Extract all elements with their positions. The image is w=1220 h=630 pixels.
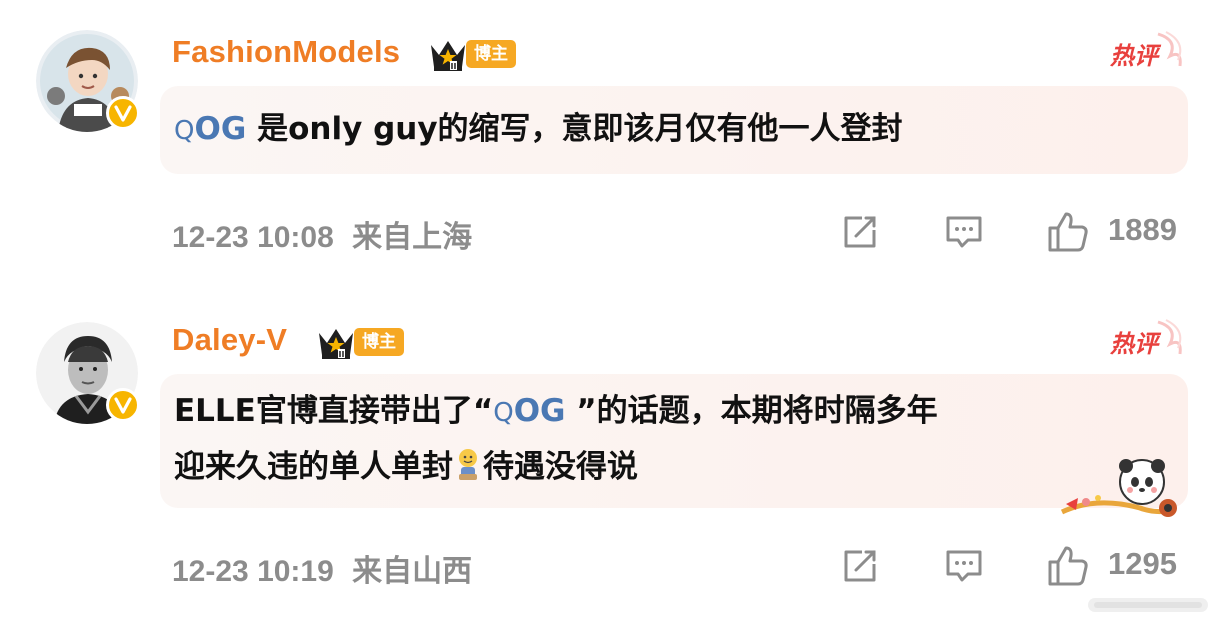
like-count: 1295 [1108, 546, 1177, 581]
search-icon: Q [174, 116, 195, 146]
like-icon[interactable] [1046, 210, 1090, 254]
verified-v-icon [106, 388, 140, 422]
topic-link[interactable]: QOG [493, 393, 565, 429]
comment-icon[interactable] [944, 546, 984, 586]
panda-sticker-icon [1060, 459, 1177, 517]
emoji-icon [453, 444, 483, 480]
hot-comment-tag: 热评 [1108, 318, 1188, 362]
hot-comment-label: 热评 [1110, 330, 1158, 358]
like-icon[interactable] [1046, 544, 1090, 588]
blogger-tag: 博主 [354, 328, 404, 356]
timestamp: 12-23 10:19 [172, 555, 334, 588]
share-icon[interactable] [840, 546, 880, 586]
topic-link[interactable]: QOG [174, 111, 246, 147]
watermark [1088, 598, 1208, 612]
crown-icon: II [319, 329, 353, 359]
like-count: 1889 [1108, 212, 1177, 247]
svg-text:II: II [339, 350, 345, 359]
avatar[interactable] [36, 322, 140, 424]
location: 来自上海 [352, 221, 473, 254]
username[interactable]: Daley-V [172, 322, 287, 358]
timestamp: 12-23 10:08 [172, 221, 334, 254]
comment-meta: 12-23 10:19 来自山西 [172, 546, 472, 590]
comment-meta: 12-23 10:08 来自上海 [172, 212, 472, 256]
verified-v-icon [106, 96, 140, 130]
avatar[interactable] [36, 30, 140, 132]
comment-bubble: QOG 是only guy的缩写，意即该月仅有他一人登封 [160, 86, 1188, 174]
blogger-badge[interactable]: II 博主 [428, 34, 516, 74]
share-icon[interactable] [840, 212, 880, 252]
comment-item: FashionModels II 博主 热评 QOG 是only guy的缩写，… [0, 0, 1220, 290]
hot-comment-label: 热评 [1110, 42, 1158, 70]
location: 来自山西 [352, 555, 473, 588]
blogger-badge[interactable]: II 博主 [316, 322, 404, 362]
comment-line: 迎来久违的单人单封 待遇没得说 [174, 440, 938, 494]
comment-bubble: ELLE官博直接带出了“QOG ”的话题，本期将时隔多年 迎来久违的单人单封 待… [160, 374, 1188, 508]
username[interactable]: FashionModels [172, 34, 400, 70]
svg-text:II: II [451, 62, 457, 71]
comment-text: QOG 是only guy的缩写，意即该月仅有他一人登封 [174, 111, 903, 147]
comment-text: ELLE官博直接带出了“QOG ”的话题，本期将时隔多年 迎来久违的单人单封 待… [174, 384, 938, 494]
crown-icon: II [431, 41, 465, 71]
comment-icon[interactable] [944, 212, 984, 252]
blogger-tag: 博主 [466, 40, 516, 68]
comment-line: ELLE官博直接带出了“QOG ”的话题，本期将时隔多年 [174, 393, 938, 429]
search-icon: Q [493, 398, 514, 428]
comment-item: Daley-V II 博主 热评 ELLE官博直接带出了“QOG ”的话题，本期… [0, 290, 1220, 630]
hot-comment-tag: 热评 [1108, 30, 1188, 74]
